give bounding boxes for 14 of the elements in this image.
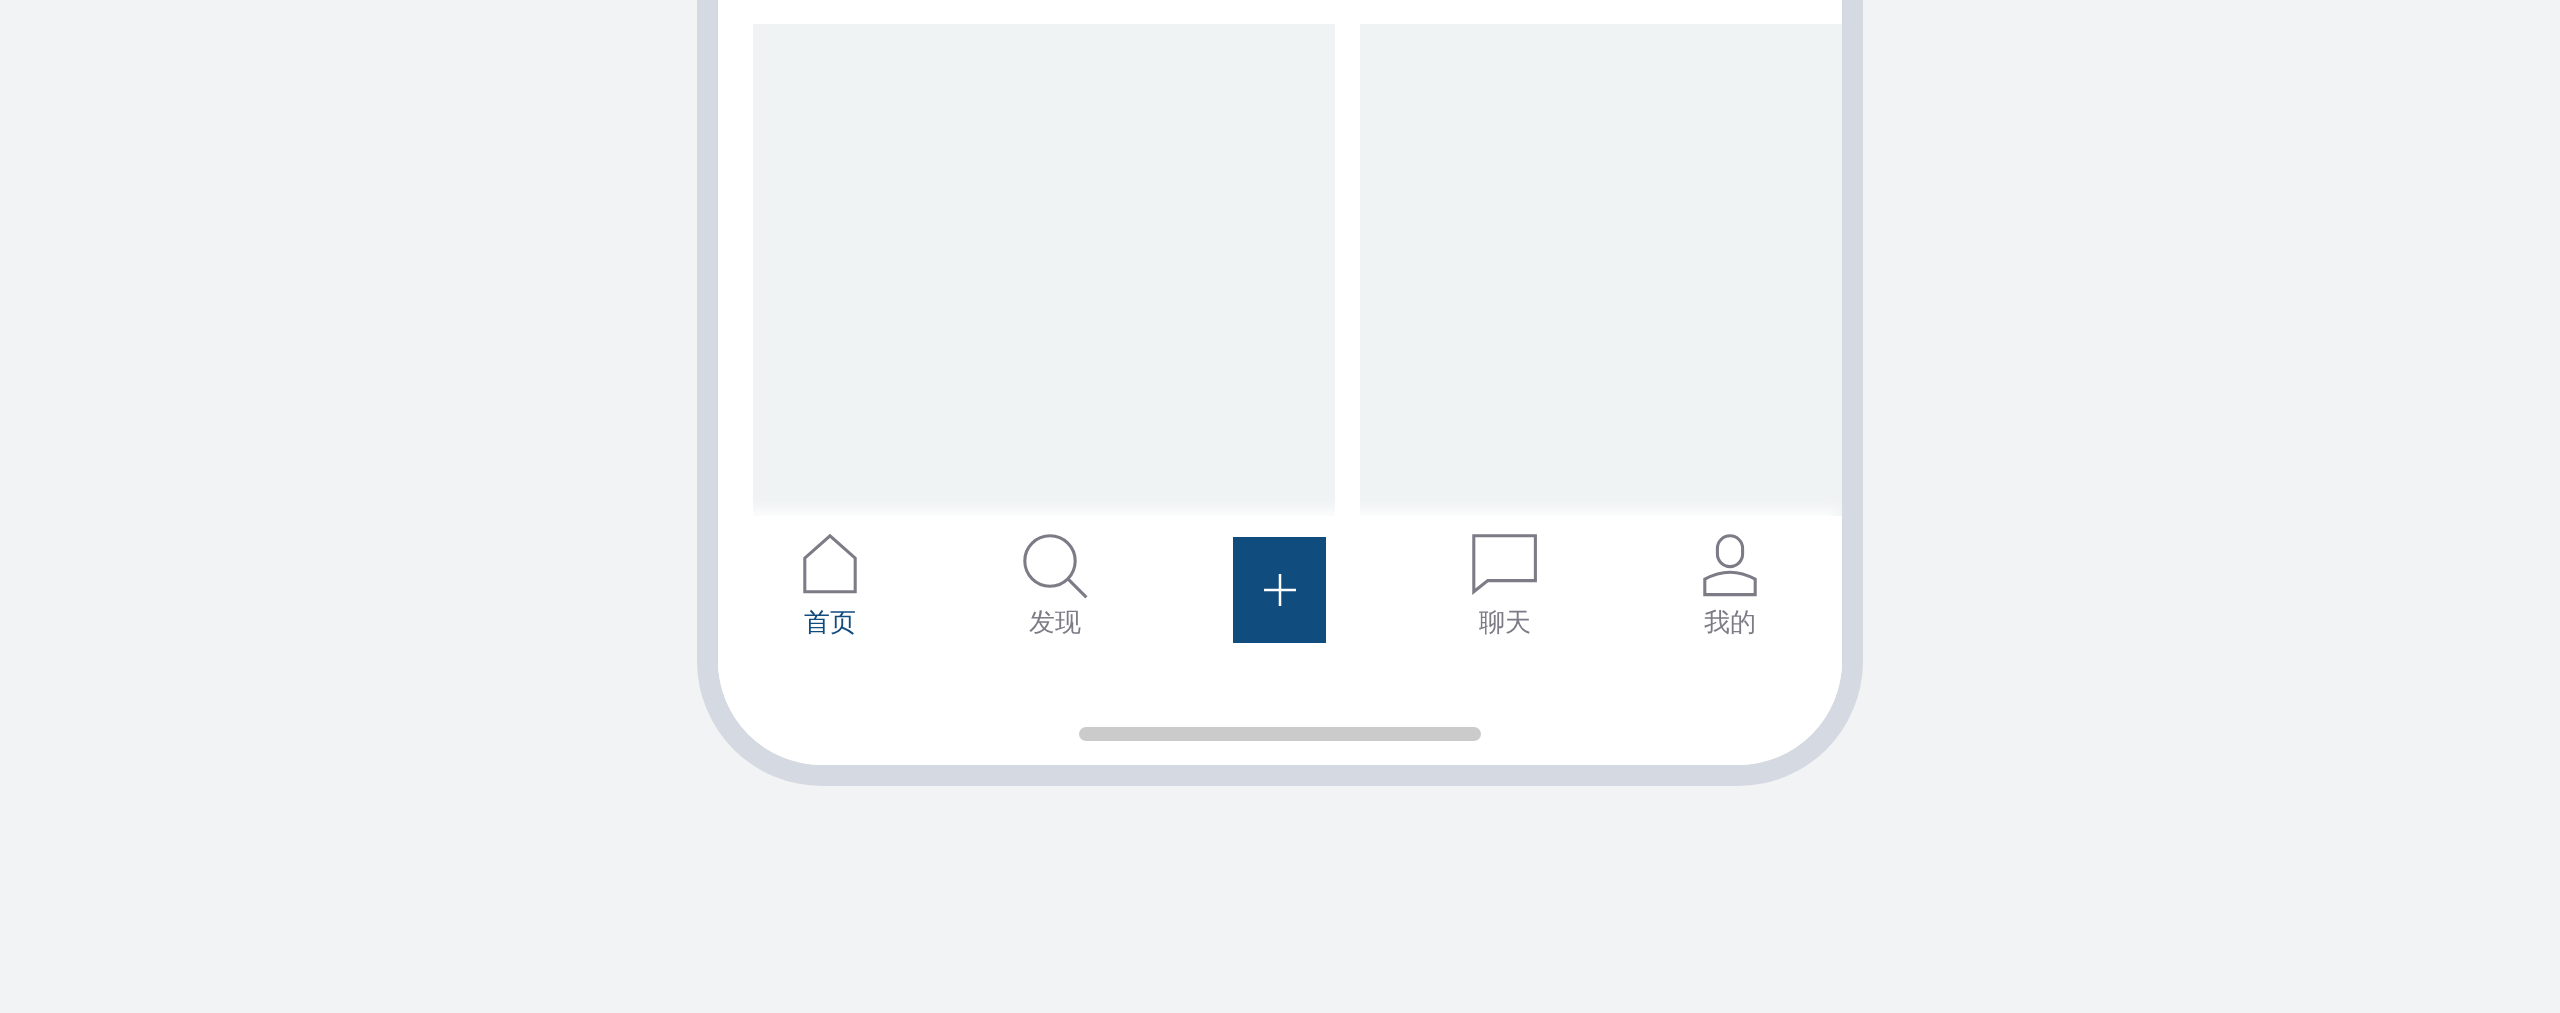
plus-icon bbox=[1263, 573, 1297, 607]
tab-label: 我的 bbox=[1703, 607, 1756, 637]
home-icon bbox=[802, 533, 859, 595]
tab[interactable]: 首页 bbox=[802, 533, 859, 637]
tab-label: 聊天 bbox=[1478, 607, 1531, 637]
search-icon bbox=[1021, 533, 1089, 601]
tab[interactable]: 发现 bbox=[1021, 533, 1089, 637]
tab[interactable]: 我的 bbox=[1701, 533, 1758, 637]
tab[interactable]: 聊天 bbox=[1471, 533, 1539, 637]
add-button[interactable] bbox=[1233, 537, 1327, 643]
tab-label: 发现 bbox=[1029, 607, 1082, 637]
tab-label: 首页 bbox=[804, 607, 857, 637]
chat-bubble-icon bbox=[1471, 533, 1539, 595]
person-icon bbox=[1701, 533, 1758, 598]
